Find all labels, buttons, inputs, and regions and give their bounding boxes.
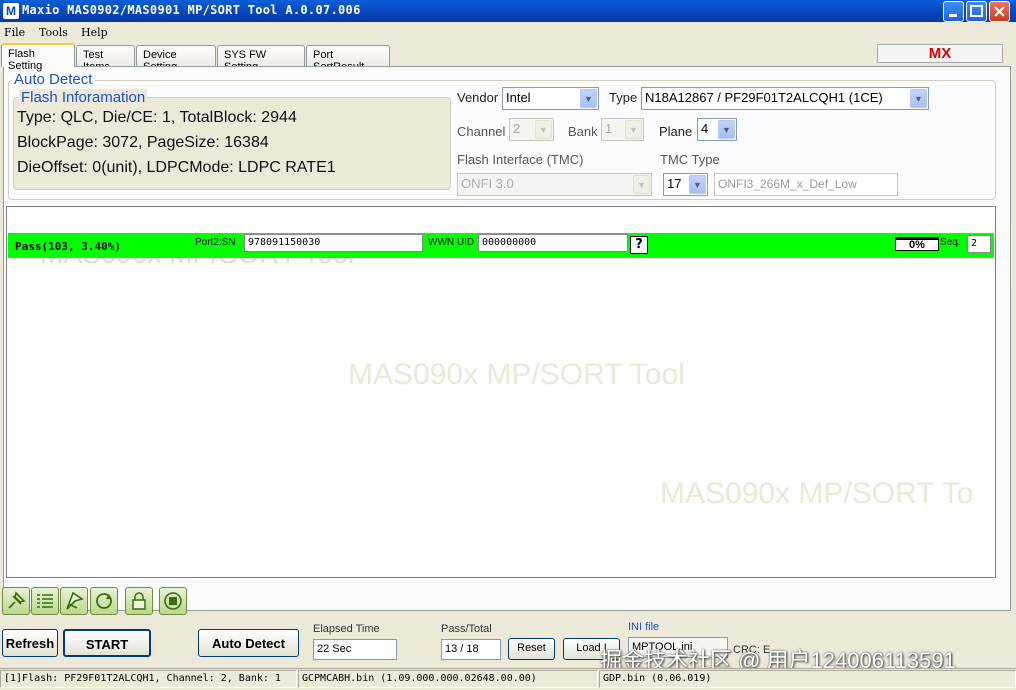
- chevron-down-icon[interactable]: ▼: [580, 89, 597, 108]
- status-gdp-file: GDP.bin (0.06.019): [599, 670, 1016, 688]
- auto-detect-legend: Auto Detect: [12, 71, 95, 88]
- help-button[interactable]: ?: [630, 236, 648, 254]
- lock-icon: [132, 592, 146, 610]
- channel-select[interactable]: 2 ▼: [509, 118, 554, 141]
- seq-field[interactable]: 2: [967, 235, 991, 253]
- tab-flash-setting[interactable]: Flash Setting: [1, 43, 75, 72]
- chevron-down-icon[interactable]: ▼: [689, 175, 706, 194]
- sn-field[interactable]: 978091150030: [244, 234, 423, 252]
- menu-help[interactable]: Help: [81, 26, 108, 39]
- chevron-down-icon[interactable]: ▼: [910, 89, 927, 108]
- plane-select[interactable]: 4 ▼: [697, 118, 737, 141]
- maximize-icon: [970, 5, 983, 17]
- status-fw-file: GCPMCABH.bin (1.09.000.000.02648.00.00): [298, 670, 598, 688]
- window-title: Maxio MAS0902/MAS0901 MP/SORT Tool A.0.0…: [22, 3, 361, 17]
- flag-icon: [66, 591, 84, 610]
- chevron-down-icon[interactable]: ▼: [718, 120, 735, 139]
- bank-select[interactable]: 1 ▼: [601, 118, 644, 141]
- flash-info-line-1: Type: QLC, Die/CE: 1, TotalBlock: 2944: [17, 109, 297, 126]
- tab-device-setting[interactable]: Device Setting: [136, 45, 216, 73]
- menu-tools[interactable]: Tools: [39, 26, 68, 39]
- flash-info-line-2: BlockPage: 3072, PageSize: 16384: [17, 134, 269, 151]
- tab-test-items[interactable]: Test Items: [76, 45, 135, 73]
- ini-file-label: INI file: [628, 621, 660, 633]
- pass-total-field: 13 / 18: [441, 639, 501, 660]
- close-icon: [994, 6, 1005, 17]
- plane-label: Plane: [659, 124, 693, 139]
- minimize-icon: [949, 14, 957, 17]
- progress-percent: 0%: [895, 237, 939, 251]
- wwn-uid-field[interactable]: 000000000: [478, 234, 628, 252]
- flash-info-legend: Flash Inforamation: [19, 89, 148, 106]
- pin-icon: [8, 591, 26, 609]
- type-value: N18A12867 / PF29F01T2ALCQH1 (1CE): [645, 90, 883, 105]
- bank-value: 1: [605, 121, 613, 136]
- elapsed-time-label: Elapsed Time: [313, 623, 380, 635]
- reset-button[interactable]: Reset: [508, 638, 555, 660]
- elapsed-time-field: 22 Sec: [313, 639, 397, 660]
- tmc-type-select[interactable]: 17 ▼: [663, 173, 708, 196]
- status-flash-info: [1]Flash: PF29F01T2ALCQH1, Channel: 2, B…: [0, 670, 297, 688]
- menu-file[interactable]: File: [4, 26, 25, 39]
- tab-port-sortresult[interactable]: Port SortResult: [306, 45, 390, 73]
- vendor-select[interactable]: Intel ▼: [502, 87, 599, 110]
- chevron-down-icon: ▼: [535, 120, 552, 139]
- tmc-description-field[interactable]: ONFI3_266M_x_Def_Low: [714, 173, 898, 196]
- flash-interface-label: Flash Interface (TMC): [457, 152, 584, 167]
- flash-info-line-3: DieOffset: 0(unit), LDPCMode: LDPC RATE1: [17, 159, 336, 176]
- list-button[interactable]: [31, 587, 59, 615]
- chevron-down-icon: ▼: [633, 175, 650, 194]
- refresh-button[interactable]: Refresh: [2, 629, 58, 657]
- vendor-label: Vendor: [457, 90, 499, 105]
- channel-label: Channel: [457, 124, 506, 139]
- chevron-down-icon: ▼: [625, 120, 642, 139]
- refresh-cycle-button[interactable]: [90, 587, 118, 615]
- sn-label: Port2:SN: [195, 237, 236, 248]
- plane-value: 4: [701, 121, 709, 136]
- flash-interface-select[interactable]: ONFI 3.0 ▼: [457, 173, 652, 196]
- close-button[interactable]: [989, 1, 1010, 22]
- type-select[interactable]: N18A12867 / PF29F01T2ALCQH1 (1CE) ▼: [641, 87, 929, 110]
- start-button[interactable]: START: [63, 629, 151, 657]
- port-status-text: Pass(103, 3.40%): [15, 240, 121, 253]
- seq-label: Seq.: [940, 237, 961, 248]
- pin-button[interactable]: [2, 587, 30, 615]
- lock-button[interactable]: [125, 587, 153, 615]
- flag-button[interactable]: [60, 587, 88, 615]
- channel-value: 2: [513, 121, 521, 136]
- auto-detect-button[interactable]: Auto Detect: [198, 629, 299, 657]
- tmc-type-value: 17: [667, 176, 682, 191]
- menu-bar: [0, 23, 1016, 43]
- vendor-value: Intel: [506, 90, 531, 105]
- refresh-cycle-icon: [96, 593, 112, 609]
- type-label: Type: [609, 90, 638, 105]
- flash-interface-value: ONFI 3.0: [461, 176, 514, 191]
- pass-total-label: Pass/Total: [441, 623, 492, 635]
- stop-icon: [164, 592, 182, 610]
- list-icon: [37, 594, 53, 608]
- monitor-watermark-bottom: MAS090x MP/SORT To: [660, 477, 974, 510]
- maximize-button[interactable]: [966, 1, 987, 22]
- bank-label: Bank: [568, 124, 598, 139]
- minimize-button[interactable]: [943, 1, 964, 22]
- tab-sys-fw-setting[interactable]: SYS FW Setting: [217, 45, 305, 73]
- tmc-type-label: TMC Type: [660, 152, 720, 167]
- brand-badge: MX: [877, 44, 1003, 63]
- app-icon: M: [3, 3, 19, 19]
- monitor-watermark-center: MAS090x MP/SORT Tool: [348, 358, 685, 391]
- stop-button[interactable]: [159, 587, 187, 615]
- wwn-uid-label: WWN UID: [428, 237, 475, 248]
